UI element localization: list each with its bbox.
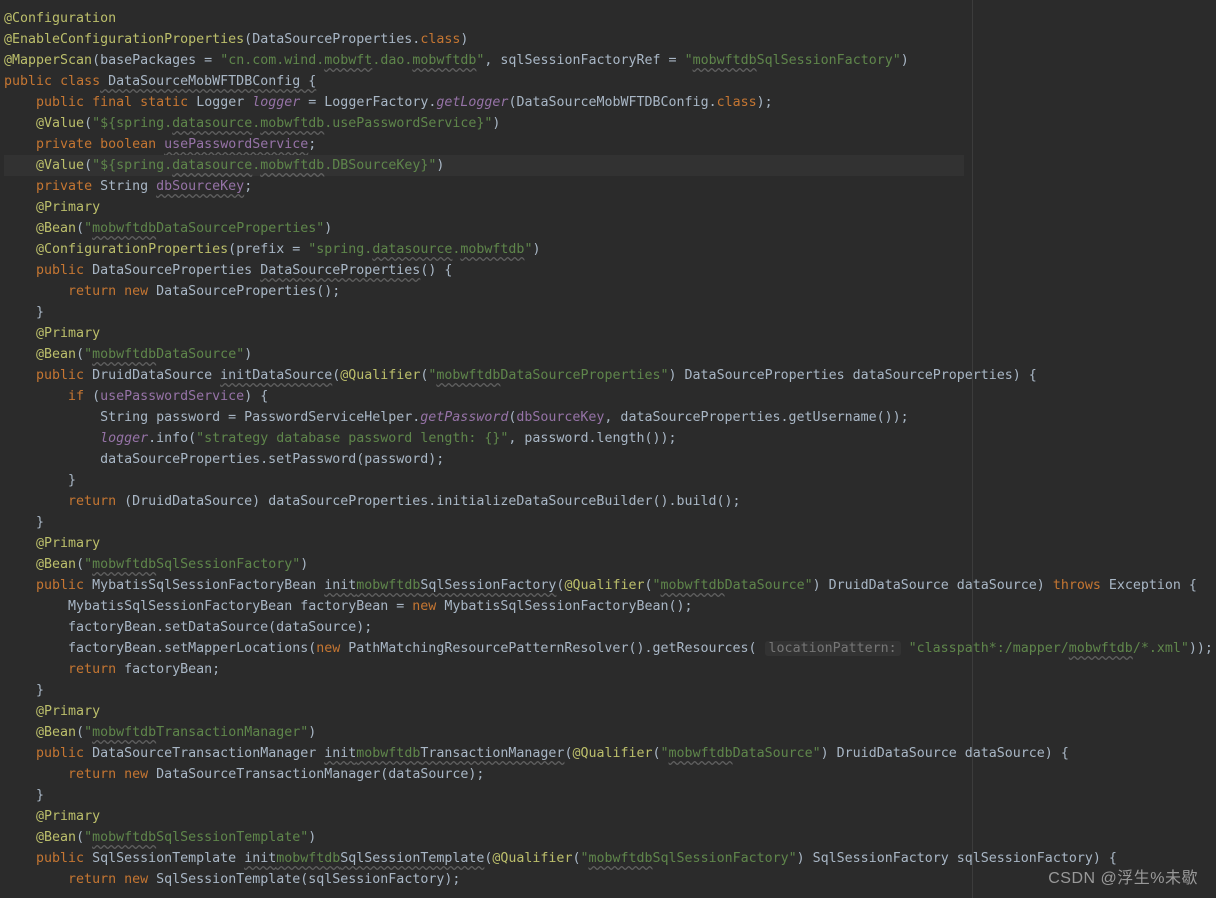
code-line: @Value("${spring.datasource.mobwftdb.use… xyxy=(4,116,500,131)
code-line: } xyxy=(4,683,44,698)
right-margin-guide xyxy=(972,0,973,898)
code-line: @Bean("mobwftdbDataSource") xyxy=(4,347,252,362)
code-line: public DataSourceTransactionManager init… xyxy=(4,746,1069,761)
code-line: } xyxy=(4,788,44,803)
code-line: @Primary xyxy=(4,809,100,824)
code-line: return new DataSourceProperties(); xyxy=(4,284,340,299)
code-line: factoryBean.setDataSource(dataSource); xyxy=(4,620,372,635)
code-line: @Bean("mobwftdbDataSourceProperties") xyxy=(4,221,332,236)
code-line: @MapperScan(basePackages = "cn.com.wind.… xyxy=(4,53,909,68)
code-block[interactable]: @Configuration @EnableConfigurationPrope… xyxy=(0,0,972,890)
code-line: return (DruidDataSource) dataSourcePrope… xyxy=(4,494,741,509)
code-line: } xyxy=(4,305,44,320)
code-line: public DruidDataSource initDataSource(@Q… xyxy=(4,368,1037,383)
code-line: if (usePasswordService) { xyxy=(4,389,268,404)
code-line: private String dbSourceKey; xyxy=(4,179,252,194)
code-line: String password = PasswordServiceHelper.… xyxy=(4,410,909,425)
code-line: } xyxy=(4,473,76,488)
code-line: logger.info("strategy database password … xyxy=(4,431,677,446)
inlay-hint: locationPattern: xyxy=(765,641,901,656)
code-line: return new DataSourceTransactionManager(… xyxy=(4,767,484,782)
code-line: @Bean("mobwftdbTransactionManager") xyxy=(4,725,316,740)
watermark-text: CSDN @浮生%未歇 xyxy=(1048,864,1198,888)
code-line: } xyxy=(4,515,44,530)
code-line: public final static Logger logger = Logg… xyxy=(4,95,773,110)
code-line: public MybatisSqlSessionFactoryBean init… xyxy=(4,578,1197,593)
code-line: return factoryBean; xyxy=(4,662,220,677)
code-line: @Primary xyxy=(4,704,100,719)
code-line: @EnableConfigurationProperties(DataSourc… xyxy=(4,32,468,47)
code-line: public SqlSessionTemplate initmobwftdbSq… xyxy=(4,851,1117,866)
code-line: @Primary xyxy=(4,326,100,341)
code-line: @Bean("mobwftdbSqlSessionFactory") xyxy=(4,557,308,572)
code-line: factoryBean.setMapperLocations(new PathM… xyxy=(4,641,1213,656)
code-line: public DataSourceProperties DataSourcePr… xyxy=(4,263,452,278)
code-line: MybatisSqlSessionFactoryBean factoryBean… xyxy=(4,599,693,614)
code-line: private boolean usePasswordService; xyxy=(4,137,316,152)
code-line: @ConfigurationProperties(prefix = "sprin… xyxy=(4,242,540,257)
code-editor[interactable]: @Configuration @EnableConfigurationPrope… xyxy=(0,0,972,898)
code-line: @Primary xyxy=(4,536,100,551)
code-line: @Primary xyxy=(4,200,100,215)
code-line: @Bean("mobwftdbSqlSessionTemplate") xyxy=(4,830,316,845)
code-line: @Configuration xyxy=(4,11,116,26)
code-line: dataSourceProperties.setPassword(passwor… xyxy=(4,452,444,467)
caret-line: @Value("${spring.datasource.mobwftdb.DBS… xyxy=(4,155,964,176)
code-line: public class DataSourceMobWFTDBConfig { xyxy=(4,74,316,89)
code-line: return new SqlSessionTemplate(sqlSession… xyxy=(4,872,460,887)
